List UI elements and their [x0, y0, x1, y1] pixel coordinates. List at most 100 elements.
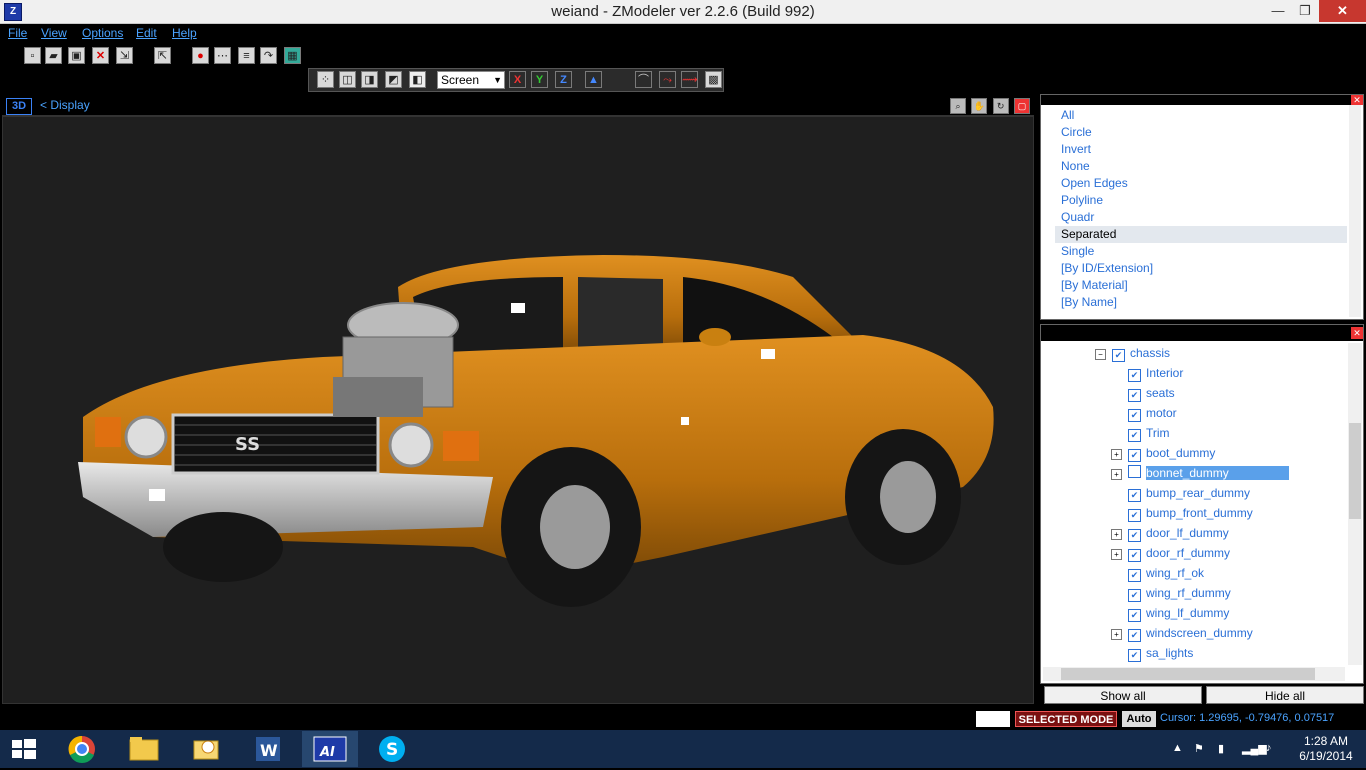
tree-item[interactable]: + ✔ windscreen_dummy — [1111, 623, 1253, 643]
volume-icon[interactable]: ♪ — [1266, 742, 1272, 754]
grid-snap-icon[interactable]: ▩ — [705, 71, 722, 88]
rotate-icon[interactable]: ↻ — [992, 98, 1009, 114]
close-icon[interactable]: ✕ — [1351, 327, 1363, 339]
system-clock[interactable]: 1:28 AM 6/19/2014 — [1290, 734, 1362, 764]
menu-file[interactable]: File — [8, 26, 27, 40]
settings-grid-icon[interactable]: ▦ — [284, 47, 301, 64]
restore-button[interactable]: ❐ — [1290, 0, 1320, 22]
document-icon[interactable]: ≡ — [238, 47, 255, 64]
selection-option[interactable]: None — [1055, 158, 1347, 175]
visibility-checkbox[interactable]: ✔ — [1112, 349, 1125, 362]
render-icon[interactable]: ● — [192, 47, 209, 64]
tree-item[interactable]: + bonnet_dummy — [1111, 463, 1289, 483]
selection-option[interactable]: Polyline — [1055, 192, 1347, 209]
expand-icon[interactable]: + — [1111, 469, 1122, 480]
expand-icon[interactable]: + — [1111, 549, 1122, 560]
zoom-icon[interactable]: ⌕ — [949, 98, 966, 114]
tree-item[interactable]: + ✔ door_lf_dummy — [1111, 523, 1229, 543]
coordinate-space-select[interactable]: Screen ▼ — [437, 71, 505, 89]
menu-view[interactable]: View — [41, 26, 67, 40]
selection-option[interactable]: Invert — [1055, 141, 1347, 158]
file-explorer-icon[interactable] — [116, 731, 172, 767]
tree-item[interactable]: ✔ seats — [1111, 383, 1175, 403]
visibility-checkbox[interactable]: ✔ — [1128, 489, 1141, 502]
tree-item[interactable]: ✔ wing_rf_ok — [1111, 563, 1204, 583]
collapse-icon[interactable]: − — [1095, 349, 1106, 360]
outlook-icon[interactable] — [178, 731, 234, 767]
visibility-checkbox[interactable]: ✔ — [1128, 649, 1141, 662]
tree-item[interactable]: ✔ bump_front_dummy — [1111, 503, 1253, 523]
visibility-checkbox[interactable]: ✔ — [1128, 369, 1141, 382]
save-icon[interactable]: ▣ — [68, 47, 85, 64]
visibility-checkbox[interactable]: ✔ — [1128, 549, 1141, 562]
display-link[interactable]: < Display — [40, 98, 90, 112]
select-group-icon[interactable]: ◩ — [385, 71, 402, 88]
scroll-thumb[interactable] — [1349, 423, 1361, 519]
pan-hand-icon[interactable]: ✋ — [971, 98, 988, 114]
new-file-icon[interactable]: ▫ — [24, 47, 41, 64]
tree-horizontal-scrollbar[interactable] — [1043, 667, 1345, 681]
menu-options[interactable]: Options — [82, 26, 123, 40]
selection-option[interactable]: Open Edges — [1055, 175, 1347, 192]
selection-option[interactable]: Separated — [1055, 226, 1347, 243]
pivot-icon[interactable]: ⟿ — [681, 71, 698, 88]
asus-ai-suite-icon[interactable]: AI — [302, 731, 358, 767]
network-icon[interactable]: ⋯ — [214, 47, 231, 64]
show-hidden-icons-icon[interactable]: ▲ — [1172, 742, 1183, 754]
select-all-icon[interactable]: ◧ — [409, 71, 426, 88]
view-3d-badge[interactable]: 3D — [6, 98, 32, 115]
selection-option[interactable]: All — [1055, 107, 1347, 124]
show-all-button[interactable]: Show all — [1044, 686, 1202, 704]
selection-scrollbar[interactable] — [1349, 105, 1361, 317]
open-folder-icon[interactable]: ▰ — [45, 47, 62, 64]
magnet-icon[interactable]: ⌒ — [635, 71, 652, 88]
visibility-checkbox[interactable]: ✔ — [1128, 609, 1141, 622]
menu-edit[interactable]: Edit — [136, 26, 157, 40]
y-axis-lock[interactable]: Y — [531, 71, 548, 88]
visibility-checkbox[interactable]: ✔ — [1128, 409, 1141, 422]
auto-indicator[interactable]: Auto — [1122, 711, 1156, 727]
selection-option[interactable]: Single — [1055, 243, 1347, 260]
delete-icon[interactable]: ✕ — [92, 47, 109, 64]
windows-start-icon[interactable] — [0, 731, 46, 767]
expand-icon[interactable]: + — [1111, 529, 1122, 540]
visibility-checkbox[interactable]: ✔ — [1128, 589, 1141, 602]
menu-help[interactable]: Help — [172, 26, 197, 40]
tree-item[interactable]: ✔ Trim — [1111, 423, 1170, 443]
select-object-icon[interactable]: ◨ — [361, 71, 378, 88]
select-vertex-icon[interactable]: ⁘ — [317, 71, 334, 88]
power-icon[interactable]: ▮ — [1218, 742, 1224, 755]
selection-option[interactable]: Quadr — [1055, 209, 1347, 226]
axis-arrow-icon[interactable]: ▲ — [585, 71, 602, 88]
snap-icon[interactable]: ⤳ — [659, 71, 676, 88]
tree-item[interactable]: ✔ bump_rear_dummy — [1111, 483, 1250, 503]
scroll-thumb[interactable] — [1061, 668, 1315, 680]
selection-option[interactable]: [By Material] — [1055, 277, 1347, 294]
close-icon[interactable]: ✕ — [1351, 95, 1363, 105]
word-icon[interactable]: W — [240, 731, 296, 767]
visibility-checkbox[interactable]: ✔ — [1128, 449, 1141, 462]
visibility-checkbox[interactable]: ✔ — [1128, 429, 1141, 442]
import-icon[interactable]: ⇲ — [116, 47, 133, 64]
tree-item[interactable]: ✔ Interior — [1111, 363, 1183, 383]
maximize-viewport-icon[interactable]: ▢ — [1014, 98, 1030, 114]
select-face-icon[interactable]: ◫ — [339, 71, 356, 88]
selection-option[interactable]: [By ID/Extension] — [1055, 260, 1347, 277]
action-center-icon[interactable]: ⚑ — [1194, 742, 1204, 755]
z-axis-lock[interactable]: Z — [555, 71, 572, 88]
visibility-checkbox[interactable]: ✔ — [1128, 629, 1141, 642]
tree-item[interactable]: ✔ wing_rf_dummy — [1111, 583, 1231, 603]
minimize-button[interactable]: — — [1263, 0, 1293, 22]
x-axis-lock[interactable]: X — [509, 71, 526, 88]
mode-indicator[interactable]: SELECTED MODE — [1015, 711, 1117, 727]
hide-all-button[interactable]: Hide all — [1206, 686, 1364, 704]
tree-item[interactable]: ✔ wing_lf_dummy — [1111, 603, 1229, 623]
export-icon[interactable]: ⇱ — [154, 47, 171, 64]
visibility-checkbox[interactable]: ✔ — [1128, 509, 1141, 522]
expand-icon[interactable]: + — [1111, 449, 1122, 460]
network-icon[interactable]: ▂▄▆ — [1242, 742, 1267, 755]
3d-viewport[interactable]: SS — [2, 116, 1034, 704]
visibility-checkbox[interactable]: ✔ — [1128, 529, 1141, 542]
skype-icon[interactable]: S — [364, 731, 420, 767]
expand-icon[interactable]: + — [1111, 629, 1122, 640]
